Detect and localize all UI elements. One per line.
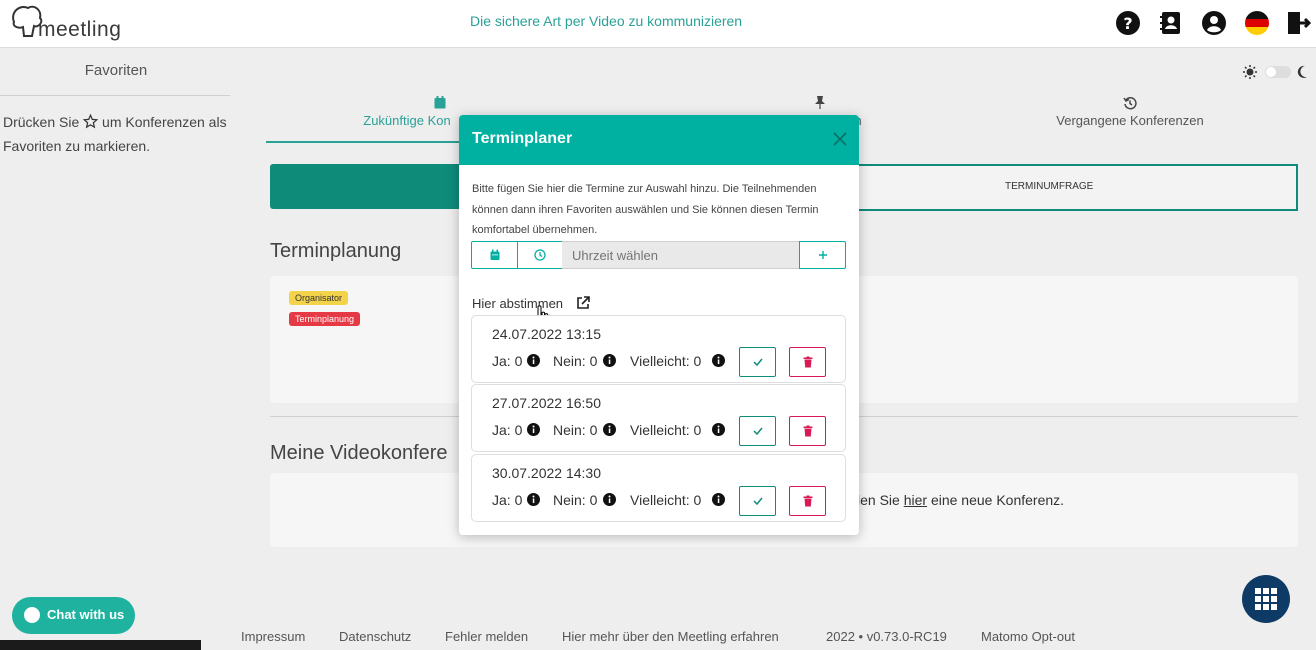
- section-terminplanung-heading: Terminplanung: [270, 240, 402, 262]
- accept-slot-button[interactable]: [739, 416, 776, 446]
- favorites-hint-before: Drücken Sie: [3, 114, 80, 130]
- terminumfrage-label: TERMINUMFRAGE: [1005, 181, 1094, 192]
- tab-past-label: Vergangene Konferenzen: [1056, 113, 1204, 128]
- footer-link-matomo[interactable]: Matomo Opt-out: [981, 629, 1075, 644]
- footer-link-datenschutz[interactable]: Datenschutz: [339, 629, 411, 644]
- badge-organisator: Organisator: [289, 291, 349, 305]
- date-slot: 24.07.2022 13:15 Ja: 0 Nein: 0 Vielleich…: [471, 315, 846, 383]
- slot-yes-count: Ja: 0: [492, 422, 523, 438]
- tab-upcoming-label: Zukünftige Kon: [363, 113, 451, 128]
- create-text-before: len Sie: [857, 492, 904, 508]
- svg-text:?: ?: [1123, 14, 1132, 33]
- trash-icon: [803, 495, 812, 507]
- external-link-icon[interactable]: [576, 296, 590, 310]
- footer-link-about[interactable]: Hier mehr über den Meetling erfahren: [562, 629, 779, 644]
- tab-past[interactable]: Vergangene Konferenzen: [1030, 96, 1230, 128]
- badge-terminplanung: Terminplanung: [289, 312, 361, 326]
- date-slot: 30.07.2022 14:30 Ja: 0 Nein: 0 Vielleich…: [471, 454, 846, 522]
- info-icon[interactable]: [712, 354, 725, 367]
- terminplanung-button[interactable]: [270, 164, 475, 209]
- terminumfrage-button[interactable]: TERMINUMFRAGE: [855, 164, 1298, 211]
- sidebar-title: Favoriten: [84, 62, 148, 79]
- info-icon[interactable]: [527, 354, 540, 367]
- help-icon[interactable]: ?: [1115, 10, 1141, 36]
- slot-no-count: Nein: 0: [553, 422, 598, 438]
- info-icon[interactable]: [527, 423, 540, 436]
- slot-no-count: Nein: 0: [553, 353, 598, 369]
- info-icon[interactable]: [712, 493, 725, 506]
- sidebar-divider: [0, 95, 230, 96]
- modal-header: Terminplaner: [459, 115, 859, 165]
- create-text-after: eine neue Konferenz.: [927, 492, 1065, 508]
- time-input[interactable]: [562, 241, 800, 269]
- slot-maybe-count: Vielleicht: 0: [630, 353, 702, 369]
- slot-maybe-count: Vielleicht: 0: [630, 492, 702, 508]
- favorites-hint: Drücken Sie um Konferenzen als Favoriten…: [3, 110, 231, 158]
- history-icon: [1123, 97, 1137, 110]
- modal-description: Bitte fügen Sie hier die Termine zur Aus…: [472, 183, 819, 236]
- footer-version: 2022 • v0.73.0-RC19: [826, 629, 947, 644]
- slot-no-count: Nein: 0: [553, 492, 598, 508]
- account-icon[interactable]: [1201, 10, 1227, 36]
- section-videokonferenzen-heading: Meine Videokonfere: [270, 442, 448, 464]
- tab-active-indicator: [266, 141, 466, 143]
- trash-icon: [803, 356, 812, 368]
- apps-menu-button[interactable]: [1242, 575, 1290, 623]
- footer-link-impressum[interactable]: Impressum: [241, 629, 305, 644]
- trash-icon: [803, 425, 812, 437]
- check-icon: [752, 497, 763, 505]
- check-icon: [752, 358, 763, 366]
- terminplaner-modal: Terminplaner Bitte fügen Sie hier die Te…: [459, 115, 859, 535]
- grid-icon: [1255, 588, 1277, 610]
- app-header: meetling Die sichere Art per Video zu ko…: [0, 0, 1316, 48]
- close-icon[interactable]: [833, 132, 847, 146]
- accept-slot-button[interactable]: [739, 347, 776, 377]
- brand-name[interactable]: meetling: [38, 18, 121, 42]
- time-picker-button[interactable]: [517, 241, 563, 269]
- delete-slot-button[interactable]: [789, 486, 826, 516]
- chat-bubble-icon: [24, 607, 40, 623]
- check-icon: [752, 427, 763, 435]
- add-date-button[interactable]: [799, 241, 846, 269]
- info-icon[interactable]: [603, 423, 616, 436]
- moon-icon: [1297, 65, 1307, 78]
- tagline: Die sichere Art per Video zu kommunizier…: [470, 13, 743, 29]
- info-icon[interactable]: [527, 493, 540, 506]
- create-conference-link[interactable]: hier: [904, 492, 927, 508]
- slot-date: 27.07.2022 16:50: [492, 395, 601, 411]
- delete-slot-button[interactable]: [789, 416, 826, 446]
- chat-button[interactable]: Chat with us: [12, 597, 135, 634]
- slot-date: 30.07.2022 14:30: [492, 465, 601, 481]
- create-conference-text: len Sie hier eine neue Konferenz.: [857, 492, 1064, 508]
- flag-de-icon[interactable]: [1244, 10, 1270, 36]
- slot-yes-count: Ja: 0: [492, 353, 523, 369]
- slot-maybe-count: Vielleicht: 0: [630, 422, 702, 438]
- theme-toggle[interactable]: [1241, 64, 1309, 80]
- accept-slot-button[interactable]: [739, 486, 776, 516]
- calendar-icon: [490, 249, 499, 260]
- sun-icon: [1243, 65, 1257, 79]
- star-icon: [82, 113, 99, 129]
- delete-slot-button[interactable]: [789, 347, 826, 377]
- logout-icon[interactable]: [1285, 10, 1311, 36]
- info-icon[interactable]: [603, 493, 616, 506]
- video-preview-strip: [0, 640, 201, 650]
- info-icon[interactable]: [712, 423, 725, 436]
- pin-icon: [815, 96, 825, 109]
- calendar-icon: [434, 96, 446, 109]
- date-picker-button[interactable]: [471, 241, 518, 269]
- clock-icon: [534, 249, 546, 261]
- footer-link-fehler-melden[interactable]: Fehler melden: [445, 629, 528, 644]
- contacts-icon[interactable]: [1158, 10, 1184, 36]
- slot-yes-count: Ja: 0: [492, 492, 523, 508]
- slot-date: 24.07.2022 13:15: [492, 326, 601, 342]
- add-date-row: [471, 241, 846, 269]
- info-icon[interactable]: [603, 354, 616, 367]
- date-slot: 27.07.2022 16:50 Ja: 0 Nein: 0 Vielleich…: [471, 384, 846, 452]
- chat-button-label: Chat with us: [47, 607, 125, 622]
- modal-title: Terminplaner: [472, 130, 573, 147]
- plus-icon: [818, 251, 827, 259]
